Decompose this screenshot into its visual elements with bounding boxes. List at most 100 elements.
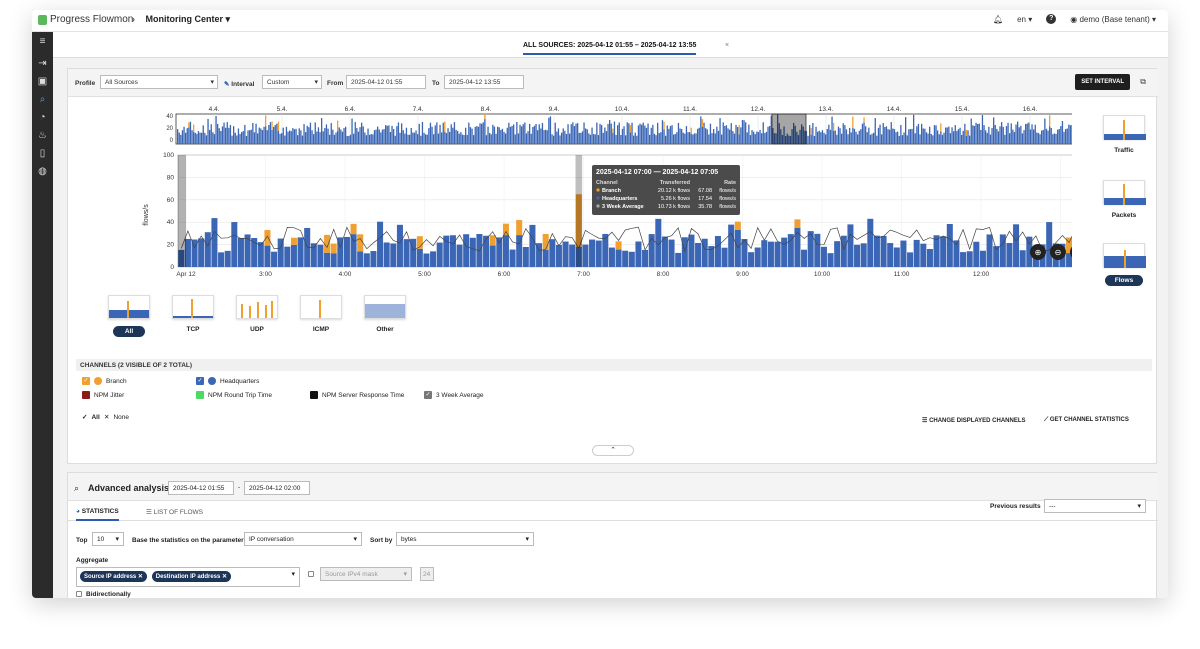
protocol-tab-other[interactable]: Other: [364, 295, 406, 337]
top-select[interactable]: 10: [92, 532, 124, 546]
overview-bar: [897, 131, 899, 144]
channel-headquarters[interactable]: ✓ Headquarters: [196, 377, 259, 385]
tab-list-of-flows[interactable]: ☰ LIST OF FLOWS: [146, 508, 203, 516]
channel-3-week-average[interactable]: ✓ 3 Week Average: [424, 391, 483, 399]
from-input[interactable]: 2025-04-12 01:55: [346, 75, 426, 89]
source-mask-select[interactable]: Source IPv4 mask: [320, 567, 412, 581]
chip-destination-ip[interactable]: Destination IP address ✕: [151, 571, 232, 582]
channel-npm-srt[interactable]: NPM Server Response Time: [310, 391, 404, 399]
tab-all-sources[interactable]: ALL SOURCES: 2025-04-12 01:55 – 2025-04-…: [523, 42, 697, 55]
overview-bar: [738, 134, 740, 144]
bidirectional-checkbox[interactable]: [76, 591, 82, 597]
channel-branch[interactable]: ✓ Branch: [82, 377, 127, 385]
channel-checkbox[interactable]: ✓: [424, 391, 432, 399]
bell-icon[interactable]: 🔔︎: [993, 15, 1003, 24]
interval-select[interactable]: Custom: [262, 75, 322, 89]
breadcrumb[interactable]: › Monitoring Center ▾: [132, 14, 230, 25]
base-parameter-select[interactable]: IP conversation: [244, 532, 362, 546]
protocol-tab-icmp[interactable]: ICMP: [300, 295, 342, 337]
overview-bar: [572, 122, 574, 144]
jitter-color-swatch[interactable]: [82, 391, 90, 399]
user-menu[interactable]: ◉ demo (Base tenant) ▾: [1070, 15, 1156, 24]
channel-checkbox[interactable]: ✓: [196, 377, 204, 385]
overview-bar: [596, 122, 598, 144]
close-icon[interactable]: ×: [725, 42, 729, 49]
advanced-from-input[interactable]: 2025-04-12 01:55: [168, 481, 234, 495]
protocol-tab-all[interactable]: All: [108, 295, 150, 337]
overview-bar: [284, 135, 286, 144]
top-right-controls: 🔔︎ en ▾ ? ◉ demo (Base tenant) ▾: [993, 14, 1156, 24]
chip-source-ip[interactable]: Source IP address ✕: [80, 571, 147, 582]
rtt-color-swatch[interactable]: [196, 391, 204, 399]
main-bar-headquarters: [224, 250, 231, 267]
protocol-tab-tcp[interactable]: TCP: [172, 295, 214, 337]
overview-bar: [661, 120, 664, 144]
select-all-channels[interactable]: ✓ All: [82, 413, 100, 422]
overview-bar: [908, 129, 910, 144]
overview-bar: [557, 128, 560, 144]
remove-icon[interactable]: ✕: [222, 574, 227, 580]
profile-select[interactable]: All Sources: [100, 75, 218, 89]
to-input[interactable]: 2025-04-12 13:55: [444, 75, 524, 89]
overview-bar-branch: [444, 121, 446, 132]
language-select[interactable]: en ▾: [1017, 15, 1032, 24]
overview-bar: [303, 124, 305, 144]
aggregate-select[interactable]: Source IP address ✕ Destination IP addre…: [76, 567, 300, 587]
channel-statistics-button[interactable]: ⟋ GET CHANNEL STATISTICS: [1044, 417, 1129, 424]
source-mask-checkbox[interactable]: [308, 571, 314, 577]
main-bar-headquarters: [496, 237, 503, 267]
fire-icon[interactable]: ♨: [37, 130, 48, 141]
overview-bar: [737, 127, 739, 144]
search-icon[interactable]: ⌕: [37, 94, 48, 105]
documents-icon[interactable]: ▣: [37, 76, 48, 87]
remove-icon[interactable]: ✕: [138, 574, 143, 580]
metric-packets[interactable]: Packets: [1102, 180, 1146, 219]
overview-chart[interactable]: 4.4. 5.4. 6.4. 7.4. 8.4. 9.4. 10.4. 11.4. 12.4. 1…: [166, 106, 1072, 145]
set-interval-button[interactable]: SET INTERVAL: [1075, 74, 1130, 90]
select-no-channels[interactable]: ✕ None: [104, 413, 129, 422]
overview-bar: [471, 128, 473, 144]
overview-bar: [409, 134, 411, 144]
help-icon[interactable]: ?: [1046, 14, 1057, 24]
main-bar-headquarters: [767, 241, 774, 267]
change-channels-button[interactable]: ☰ CHANGE DISPLAYED CHANNELS: [922, 417, 1026, 424]
channel-npm-jitter[interactable]: NPM Jitter: [82, 391, 124, 399]
change-channels-label: CHANGE DISPLAYED CHANNELS: [929, 418, 1026, 424]
main-bar-headquarters: [761, 240, 768, 267]
mask-input[interactable]: 24: [420, 567, 434, 581]
menu-icon[interactable]: ≡: [37, 36, 48, 47]
srt-color-swatch[interactable]: [310, 391, 318, 399]
previous-results-select[interactable]: ---: [1044, 499, 1146, 513]
zoom-out-icon[interactable]: ⊖: [1050, 244, 1066, 260]
overview-bar: [575, 123, 577, 144]
channel-label: 3 Week Average: [436, 391, 484, 399]
collapse-button[interactable]: ⌃: [592, 445, 634, 456]
pie-chart-icon[interactable]: ◔: [37, 112, 48, 123]
globe-icon[interactable]: ◍: [37, 166, 48, 177]
device-icon[interactable]: ▯: [37, 148, 48, 159]
main-bar-headquarters: [562, 241, 569, 267]
channel-npm-rtt[interactable]: NPM Round Trip Time: [196, 391, 272, 399]
main-x-tick: 9:00: [736, 271, 749, 278]
advanced-to-input[interactable]: 2025-04-12 02:00: [244, 481, 310, 495]
overview-bar: [386, 125, 388, 144]
channel-checkbox[interactable]: ✓: [82, 377, 90, 385]
overview-bar: [401, 123, 403, 144]
protocol-tab-udp[interactable]: UDP: [236, 295, 278, 337]
zoom-in-icon[interactable]: ⊕: [1030, 244, 1046, 260]
metric-traffic[interactable]: Traffic: [1102, 115, 1146, 154]
main-bar-headquarters: [555, 244, 562, 267]
copy-icon[interactable]: ⧉: [1140, 77, 1146, 87]
sort-by-select[interactable]: bytes: [396, 532, 534, 546]
tab-statistics[interactable]: ◕ STATISTICS: [76, 508, 119, 521]
overview-bar: [964, 123, 966, 144]
overview-bar: [951, 127, 953, 144]
interval-toggle[interactable]: ✎ Interval: [224, 80, 254, 88]
metric-flows[interactable]: Flows: [1102, 243, 1146, 286]
main-bar-headquarters: [1046, 222, 1053, 267]
login-icon[interactable]: ⇥: [37, 58, 48, 69]
brand-logo[interactable]: Progress Flowmon: [38, 14, 133, 25]
overview-bar: [698, 127, 700, 144]
overview-bar: [938, 134, 940, 144]
overview-bar: [906, 135, 908, 144]
